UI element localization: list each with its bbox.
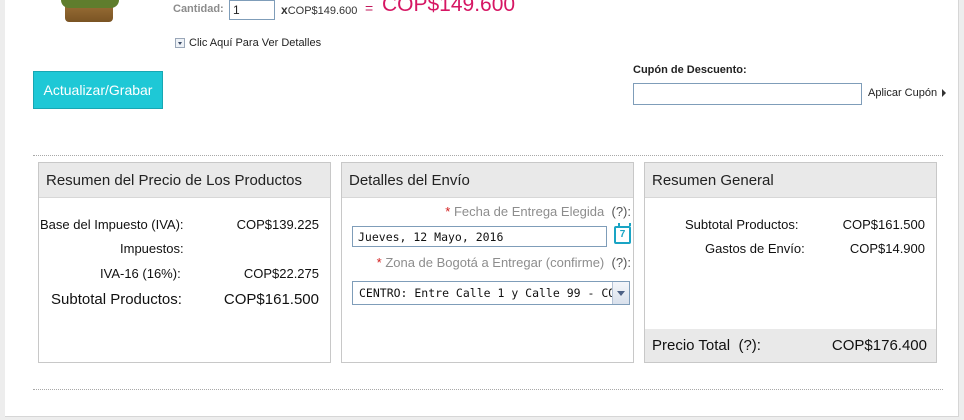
general-summary-panel: Resumen General Subtotal Productos: COP$…	[644, 162, 937, 363]
required-marker: *	[376, 255, 382, 270]
total-price-value: COP$176.400	[831, 337, 927, 354]
chevron-down-icon	[612, 282, 629, 304]
section-divider-bottom	[33, 389, 943, 390]
unit-price: xCOP$149.600	[281, 3, 357, 17]
cart-page: Cantidad: xCOP$149.600 = COP$149.600 Cli…	[5, 0, 959, 417]
shipping-details-title: Detalles del Envío	[342, 163, 633, 198]
quantity-label: Cantidad:	[173, 3, 224, 15]
delivery-date-input[interactable]	[352, 226, 607, 247]
general-summary-title: Resumen General	[645, 163, 936, 198]
delivery-date-help-link[interactable]: (?):	[612, 204, 632, 219]
total-price-label: Precio Total (?):	[652, 337, 761, 354]
total-price-help-link[interactable]: (?):	[738, 337, 761, 354]
plant-foliage-image	[61, 0, 119, 8]
quantity-input[interactable]	[229, 0, 275, 20]
coupon-input[interactable]	[633, 83, 862, 105]
arrow-right-icon	[942, 89, 947, 97]
general-subtotal-label: Subtotal Productos:	[685, 217, 799, 232]
taxes-label: Impuestos:	[120, 241, 184, 256]
delivery-zone-selected-value: CENTRO: Entre Calle 1 y Calle 99 - COP$1…	[359, 286, 612, 300]
shipping-details-panel: Detalles del Envío * Fecha de Entrega El…	[341, 162, 634, 363]
products-subtotal-value: COP$161.500	[223, 291, 319, 308]
delivery-zone-select[interactable]: CENTRO: Entre Calle 1 y Calle 99 - COP$1…	[352, 281, 630, 305]
delivery-zone-label-text: Zona de Bogotá a Entregar (confirme)	[385, 255, 605, 270]
delivery-zone-label: * Zona de Bogotá a Entregar (confirme) (…	[377, 255, 631, 270]
calendar-icon[interactable]: 7	[614, 223, 631, 244]
product-summary-title: Resumen del Precio de Los Productos	[39, 163, 330, 198]
iva-value: COP$22.275	[243, 266, 319, 281]
coupon-label: Cupón de Descuento:	[633, 64, 747, 76]
delivery-zone-help-link[interactable]: (?):	[612, 255, 632, 270]
shipping-cost-label: Gastos de Envío:	[705, 241, 805, 256]
unit-price-value: COP$149.600	[287, 5, 358, 17]
product-thumbnail[interactable]	[61, 0, 119, 24]
times-symbol: x	[281, 3, 288, 17]
view-details-link[interactable]: Clic Aquí Para Ver Detalles	[175, 37, 321, 49]
delivery-date-label: * Fecha de Entrega Elegida (?):	[445, 204, 631, 219]
equals-symbol: =	[365, 0, 374, 16]
apply-coupon-button[interactable]: Aplicar Cupón	[868, 87, 947, 99]
required-marker: *	[445, 204, 451, 219]
delivery-date-label-text: Fecha de Entrega Elegida	[453, 204, 605, 219]
apply-coupon-label: Aplicar Cupón	[868, 87, 938, 99]
general-subtotal-value: COP$161.500	[842, 217, 925, 232]
shipping-cost-value: COP$14.900	[849, 241, 925, 256]
tax-base-value: COP$139.225	[236, 217, 319, 232]
view-details-label: Clic Aquí Para Ver Detalles	[189, 37, 322, 49]
iva-label: IVA-16 (16%):	[100, 266, 181, 281]
total-price-bar: Precio Total (?): COP$176.400	[645, 329, 936, 362]
tax-base-label: Base del Impuesto (IVA):	[40, 217, 184, 232]
line-total-price: COP$149.600	[382, 0, 516, 16]
products-subtotal-label: Subtotal Productos:	[51, 291, 182, 308]
product-price-summary-panel: Resumen del Precio de Los Productos Base…	[38, 162, 331, 363]
section-divider-top	[33, 155, 943, 156]
update-save-button[interactable]: Actualizar/Grabar	[33, 71, 163, 109]
total-price-label-text: Precio Total	[652, 337, 731, 354]
expand-icon	[175, 38, 185, 48]
